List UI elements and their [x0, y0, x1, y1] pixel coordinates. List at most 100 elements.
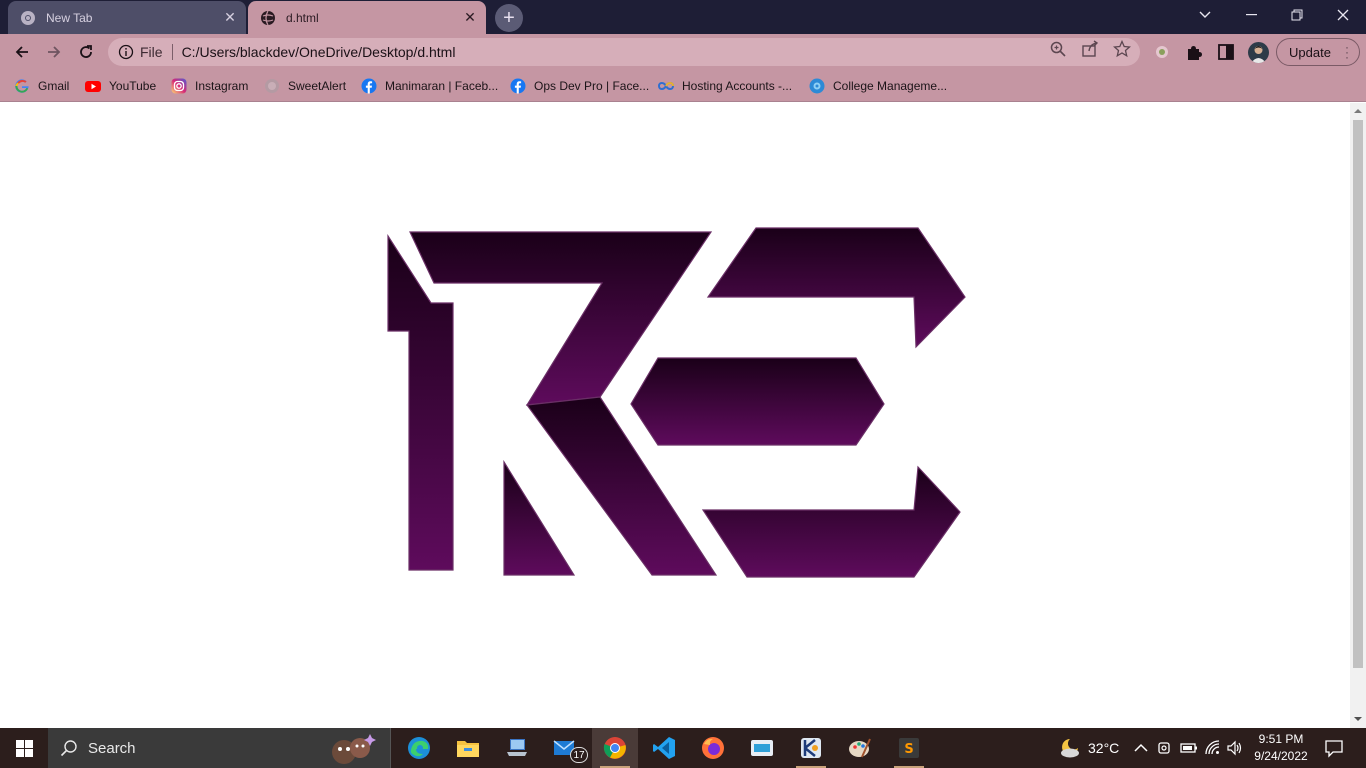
start-button[interactable]: [0, 728, 48, 768]
clock-date: 9/24/2022: [1254, 749, 1308, 763]
vertical-scrollbar[interactable]: [1350, 103, 1366, 728]
notifications-icon[interactable]: [1324, 738, 1344, 758]
share-icon[interactable]: [1081, 40, 1099, 58]
chrome-icon: [603, 737, 626, 759]
youtube-icon: [85, 81, 101, 92]
restore-button[interactable]: [1274, 0, 1320, 30]
tab-search-chevron-icon[interactable]: [1182, 0, 1228, 30]
tab-title: New Tab: [46, 10, 93, 25]
chevron-up-icon[interactable]: [1132, 739, 1150, 757]
bookmark-manimaran-facebook[interactable]: Manimaran | Faceb...: [361, 76, 498, 96]
bookmark-youtube[interactable]: YouTube: [85, 76, 156, 96]
close-tab-icon[interactable]: ✕: [222, 9, 238, 26]
taskbar-clock[interactable]: 9:51 PM 9/24/2022: [1246, 731, 1316, 765]
taskbar-mail[interactable]: 17: [543, 728, 589, 768]
logo-k-stem: [387, 233, 454, 571]
arrow-right-icon: [48, 46, 61, 58]
bookmark-label: YouTube: [109, 79, 157, 93]
svg-text:S: S: [904, 742, 913, 757]
instagram-icon: [171, 78, 187, 94]
taskbar-paint[interactable]: [837, 728, 883, 768]
vscode-icon: [653, 737, 675, 759]
gear-globe-icon: [809, 78, 825, 94]
windows-taskbar: Search 17 S 32°C 9:51 PM 9/24/2022: [0, 728, 1366, 768]
taskbar-file-explorer[interactable]: [445, 728, 491, 768]
mail-badge: 17: [570, 747, 588, 763]
reload-button[interactable]: [72, 38, 100, 66]
clock-time: 9:51 PM: [1258, 732, 1304, 746]
bookmark-star-icon[interactable]: [1113, 40, 1131, 58]
page-viewport: [0, 103, 1350, 728]
edge-icon: [408, 737, 430, 759]
search-label: Search: [88, 739, 136, 757]
weather-temperature[interactable]: 32°C: [1088, 740, 1119, 756]
media-icon: [751, 740, 773, 756]
taskbar-vscode[interactable]: [641, 728, 687, 768]
bookmark-ops-dev-pro-facebook[interactable]: Ops Dev Pro | Face...: [510, 76, 649, 96]
windows-logo-icon: [15, 739, 33, 757]
tab-new-tab[interactable]: New Tab ✕: [8, 1, 246, 34]
search-highlight-art: [332, 734, 376, 764]
forward-button[interactable]: [40, 38, 68, 66]
ke-logo: [387, 227, 966, 578]
tab-d-html[interactable]: d.html ✕: [248, 1, 486, 34]
logo-e-middle-bar: [630, 357, 885, 446]
close-tab-icon[interactable]: ✕: [462, 9, 478, 26]
camera-icon[interactable]: [1156, 739, 1174, 757]
scroll-thumb[interactable]: [1353, 120, 1363, 668]
taskbar-media-app[interactable]: [739, 728, 785, 768]
logo-e-top-arm: [706, 227, 966, 349]
side-panel-icon[interactable]: [1217, 43, 1235, 61]
url-text[interactable]: C:/Users/blackdev/OneDrive/Desktop/d.htm…: [182, 44, 456, 60]
weather-moon-cloud-icon[interactable]: [1058, 736, 1082, 760]
sweetalert-icon: [265, 79, 279, 93]
bookmark-college-management[interactable]: College Manageme...: [809, 76, 947, 96]
logo-e-bottom-arm: [701, 465, 961, 578]
address-bar[interactable]: File C:/Users/blackdev/OneDrive/Desktop/…: [108, 38, 1140, 66]
taskbar-firefox[interactable]: [690, 728, 736, 768]
bookmark-label: College Manageme...: [833, 79, 948, 93]
scroll-down-icon[interactable]: [1354, 716, 1362, 722]
extensions-puzzle-icon[interactable]: [1185, 43, 1203, 61]
bookmark-instagram[interactable]: Instagram: [171, 76, 248, 96]
reload-icon: [80, 45, 92, 58]
paint-icon: [849, 738, 871, 758]
scheme-label: File: [140, 44, 163, 60]
battery-icon[interactable]: [1180, 739, 1198, 757]
browser-toolbar: File C:/Users/blackdev/OneDrive/Desktop/…: [0, 34, 1366, 70]
logo-k-lower-triangle: [503, 459, 576, 576]
bookmark-label: Manimaran | Faceb...: [385, 79, 499, 93]
wifi-icon[interactable]: [1204, 739, 1222, 757]
new-tab-button[interactable]: +: [495, 4, 523, 32]
extension-dot-icon[interactable]: [1153, 43, 1171, 61]
profile-avatar[interactable]: [1248, 42, 1269, 63]
taskbar-sublime[interactable]: S: [886, 728, 932, 768]
facebook-icon: [510, 78, 526, 94]
firefox-icon: [702, 737, 724, 759]
info-icon[interactable]: [118, 44, 134, 60]
update-label: Update: [1289, 44, 1331, 60]
scroll-up-icon[interactable]: [1354, 108, 1362, 114]
laptop-icon: [507, 739, 527, 756]
minimize-button[interactable]: [1228, 0, 1274, 30]
bookmark-sweetalert[interactable]: SweetAlert: [264, 76, 346, 96]
bookmark-label: Ops Dev Pro | Face...: [534, 79, 650, 93]
search-icon: [60, 740, 77, 757]
close-window-button[interactable]: [1320, 0, 1366, 30]
bookmark-label: SweetAlert: [288, 79, 347, 93]
tab-strip: New Tab ✕ d.html ✕ +: [0, 0, 1366, 34]
taskbar-chrome[interactable]: [592, 728, 638, 768]
taskbar-app[interactable]: [788, 728, 834, 768]
volume-icon[interactable]: [1226, 739, 1244, 757]
file-explorer-icon: [457, 741, 479, 757]
taskbar-laptop-app[interactable]: [494, 728, 540, 768]
sublime-icon: S: [899, 738, 919, 758]
bookmark-gmail[interactable]: Gmail: [14, 76, 69, 96]
chrome-icon: [21, 10, 35, 25]
zoom-icon[interactable]: [1049, 40, 1067, 58]
bookmarks-bar: Gmail YouTube Instagram SweetAlert Manim…: [0, 70, 1366, 102]
update-button[interactable]: Update · · ·: [1276, 38, 1360, 66]
back-button[interactable]: [8, 38, 36, 66]
taskbar-edge[interactable]: [396, 728, 442, 768]
bookmark-hosting-accounts[interactable]: Hosting Accounts -...: [658, 76, 792, 96]
